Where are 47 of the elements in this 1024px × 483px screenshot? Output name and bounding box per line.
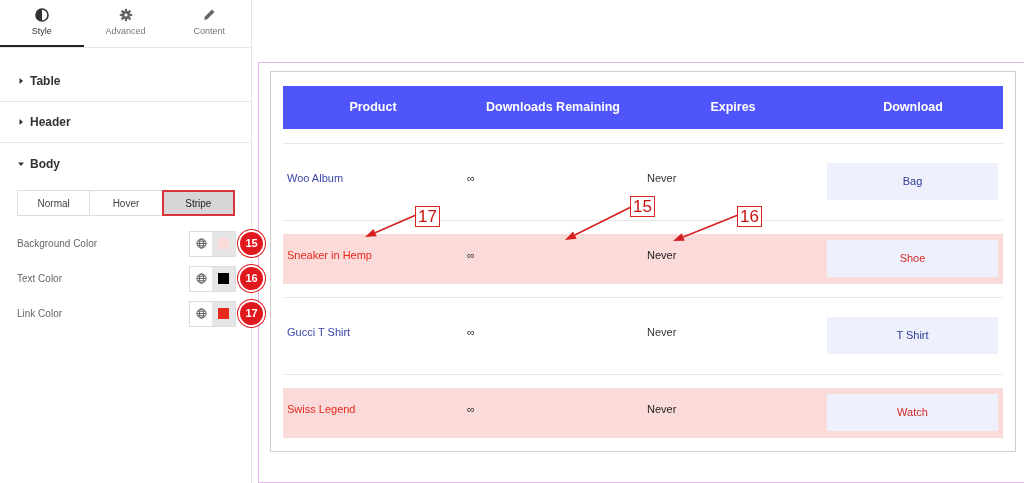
caret-icon <box>18 119 24 125</box>
color-picker[interactable] <box>212 266 235 291</box>
download-button[interactable]: Watch <box>827 394 998 431</box>
callout-label: 17 <box>415 206 440 227</box>
download-button[interactable]: Bag <box>827 163 998 200</box>
product-link[interactable]: Woo Album <box>287 172 344 184</box>
column-header: Download <box>882 99 944 117</box>
product-link[interactable]: Gucci T Shirt <box>287 326 351 338</box>
download-button[interactable]: T Shirt <box>827 317 998 354</box>
color-picker[interactable] <box>212 231 235 256</box>
panel-tab[interactable]: Advanced <box>83 0 168 47</box>
column-header: Expires <box>709 99 757 117</box>
contrast-icon <box>34 8 49 23</box>
globe-icon <box>195 308 207 319</box>
callout-arrow <box>673 214 739 241</box>
control-label: Link Color <box>17 307 63 321</box>
callout-label: 16 <box>737 206 762 227</box>
table-cell-text: ∞ <box>466 402 476 417</box>
panel-tab[interactable]: Content <box>167 0 251 47</box>
table-cell-text: ∞ <box>466 248 476 263</box>
state-tab[interactable]: Stripe <box>162 191 234 215</box>
globe-icon <box>195 238 207 249</box>
caret-icon <box>18 160 24 167</box>
table-cell-text: Never <box>646 248 678 263</box>
step-marker: 16 <box>238 265 265 292</box>
color-picker[interactable] <box>212 301 235 326</box>
callout-label: 15 <box>630 196 655 217</box>
control-label: Background Color <box>17 237 98 251</box>
step-marker: 17 <box>238 300 265 327</box>
control-label: Text Color <box>17 272 62 286</box>
panel-tab[interactable]: Style <box>0 0 84 47</box>
globe-icon <box>195 273 207 284</box>
section-header[interactable]: Header <box>0 102 251 143</box>
pencil-icon <box>202 8 217 23</box>
callout-arrow <box>565 206 632 240</box>
caret-icon <box>18 78 24 84</box>
table-cell-text: Never <box>646 325 678 340</box>
table-cell-text: ∞ <box>466 325 476 340</box>
callout-arrow <box>365 214 417 237</box>
settings-icon <box>118 8 133 23</box>
download-button[interactable]: Shoe <box>827 240 998 277</box>
section-header[interactable]: Table <box>0 61 251 102</box>
column-header: Downloads Remaining <box>484 99 621 117</box>
table-cell-text: Never <box>646 402 678 417</box>
column-header: Product <box>348 99 398 117</box>
section-header[interactable]: Body <box>0 143 251 184</box>
step-marker: 15 <box>238 230 265 257</box>
